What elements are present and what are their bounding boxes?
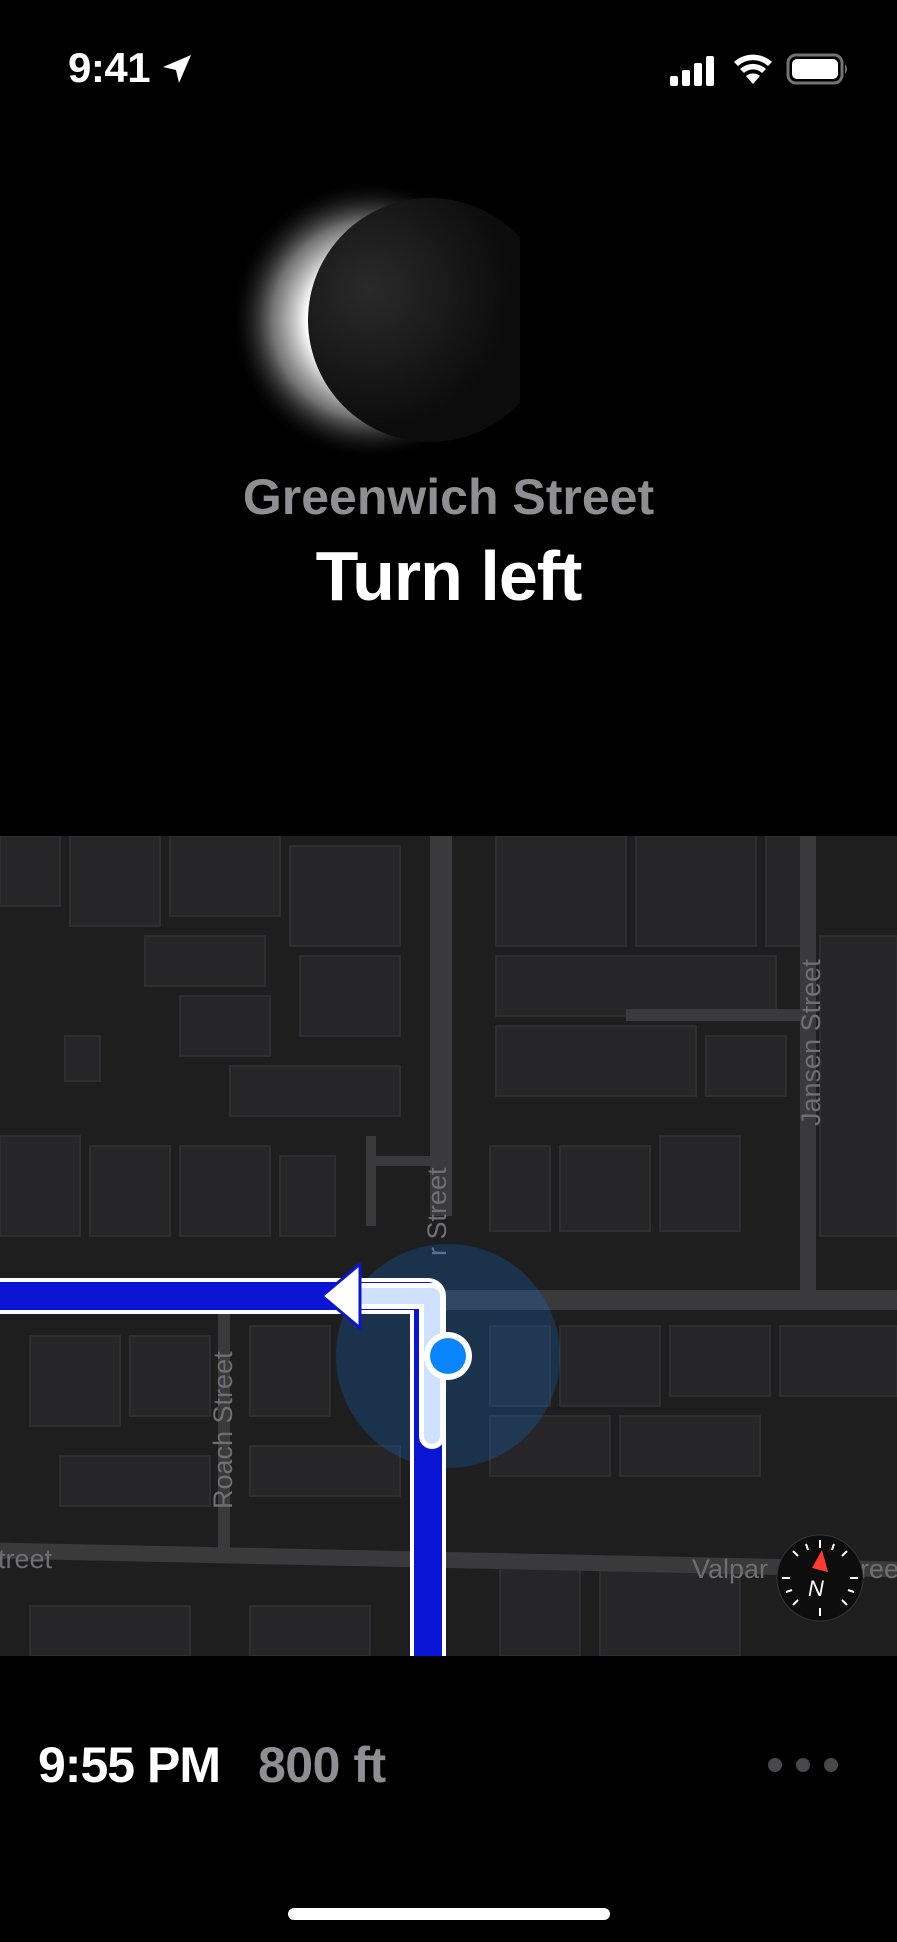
- more-dot: [824, 1758, 838, 1772]
- more-dot: [768, 1758, 782, 1772]
- home-indicator[interactable]: [288, 1908, 610, 1920]
- cellular-signal-icon: [670, 56, 714, 86]
- status-bar: 9:41: [0, 0, 897, 140]
- more-dot: [796, 1758, 810, 1772]
- remaining-distance: 800 ft: [258, 1737, 386, 1793]
- battery-icon: [786, 53, 847, 85]
- compass-north-label: N: [808, 1576, 824, 1601]
- turn-instruction: Turn left: [315, 537, 583, 615]
- map-label-jansen-street: Jansen Street: [796, 959, 826, 1126]
- trip-summary-bar: [0, 1656, 897, 1942]
- map-label-roach-street: Roach Street: [208, 1351, 238, 1509]
- more-options-icon[interactable]: [768, 1750, 838, 1780]
- map-label-left-street: treet: [0, 1544, 53, 1574]
- map-view[interactable]: Jansen Street Roach Street r Street tree…: [0, 836, 897, 1656]
- wifi-icon: [734, 54, 772, 84]
- map-label-valparaiso-left: Valpar: [692, 1554, 768, 1584]
- status-time: 9:41: [68, 44, 151, 91]
- arrival-time: 9:55 PM: [38, 1737, 221, 1793]
- eclipse-icon: [230, 180, 520, 460]
- next-street-name: Greenwich Street: [242, 469, 655, 525]
- compass-button[interactable]: N: [776, 1534, 864, 1622]
- location-arrow-icon: [163, 55, 191, 83]
- map-label-current-street: r Street: [422, 1167, 452, 1256]
- map-canvas[interactable]: Jansen Street Roach Street r Street tree…: [0, 836, 897, 1656]
- map-label-valparaiso-right: ree: [860, 1554, 897, 1584]
